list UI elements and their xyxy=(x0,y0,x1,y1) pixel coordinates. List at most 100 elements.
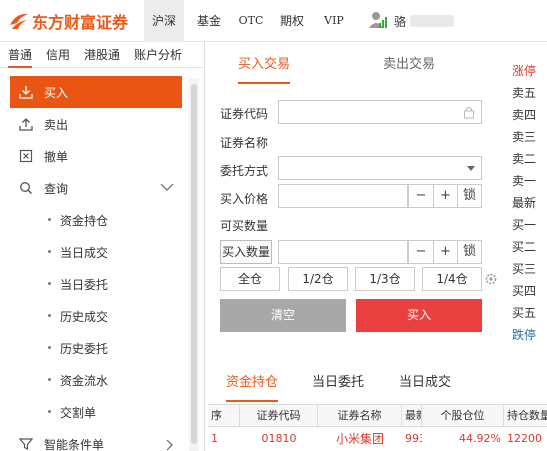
tab-today-orders[interactable]: 当日委托 xyxy=(312,372,364,402)
positions-table: 序 证券代码 证券名称 最新价 个股仓位 持仓数量 1 01810 小米集团 9… xyxy=(208,404,547,451)
price-lock-button[interactable]: 锁 xyxy=(457,185,481,207)
row-code: 01810 xyxy=(261,432,297,445)
tab-hk-connect[interactable]: 港股通 xyxy=(84,42,120,68)
table-row[interactable]: 1 01810 小米集团 993 44.92% 12200 xyxy=(208,428,547,450)
tab-fund-positions[interactable]: 资金持仓 xyxy=(226,372,279,402)
sidebar-item-label: 卖出 xyxy=(44,117,69,132)
tab-sell-trade[interactable]: 卖出交易 xyxy=(383,50,435,88)
bullet-icon xyxy=(48,378,51,381)
qty-minus-button[interactable]: − xyxy=(409,241,433,263)
user-avatar-icon xyxy=(368,10,388,33)
ask5-label: 卖五 xyxy=(512,86,537,100)
column-header[interactable]: 持仓数量 xyxy=(504,405,547,427)
position-half-button[interactable]: 1/2仓 xyxy=(288,267,348,291)
buy-quantity-button[interactable]: 买入数量 xyxy=(220,240,272,264)
gear-icon[interactable] xyxy=(484,272,498,289)
qty-plus-button[interactable]: + xyxy=(433,241,457,263)
ask2-label: 卖二 xyxy=(512,152,537,166)
sidebar-subitem-today-orders[interactable]: 当日委托 xyxy=(10,268,182,300)
last-price-label: 最新 xyxy=(512,196,537,210)
qty-lock-button[interactable]: 锁 xyxy=(457,241,481,263)
account-type-tabs: 普通 信用 港股通 账户分析 xyxy=(0,42,204,68)
scrollbar-thumb[interactable] xyxy=(191,84,197,444)
sidebar-item-label: 买入 xyxy=(44,85,69,100)
row-position-ratio: 44.92% xyxy=(459,432,501,445)
bottom-tabs: 资金持仓 当日委托 当日成交 xyxy=(206,372,547,404)
submit-buy-button[interactable]: 买入 xyxy=(356,299,482,332)
upload-icon xyxy=(18,116,34,132)
column-header[interactable]: 序 xyxy=(208,405,240,427)
position-quarter-button[interactable]: 1/4仓 xyxy=(422,267,482,291)
logo-mark-icon xyxy=(8,11,30,31)
limit-down-label: 跌停 xyxy=(512,328,537,342)
tab-account-analysis[interactable]: 账户分析 xyxy=(134,42,182,68)
bullet-icon xyxy=(48,410,51,413)
nav-tab-otc[interactable]: OTC xyxy=(234,0,268,42)
dropdown-arrow-icon xyxy=(467,166,475,171)
sidebar-subitem-fund-positions[interactable]: 资金持仓 xyxy=(10,204,182,236)
bullet-icon xyxy=(48,346,51,349)
sidebar-subitem-cash-flow[interactable]: 资金流水 xyxy=(10,364,182,396)
price-plus-button[interactable]: + xyxy=(433,185,457,207)
trade-tabs: 买入交易 卖出交易 xyxy=(218,50,488,88)
chevron-right-icon[interactable] xyxy=(164,439,174,451)
position-full-button[interactable]: 全仓 xyxy=(220,267,280,291)
sidebar-subitem-today-trades[interactable]: 当日成交 xyxy=(10,236,182,268)
sidebar-scrollbar[interactable] xyxy=(189,78,199,451)
price-minus-button[interactable]: − xyxy=(409,185,433,207)
sidebar-item-label: 历史委托 xyxy=(60,341,109,356)
filter-icon xyxy=(18,436,34,451)
bullet-icon xyxy=(48,282,51,285)
sidebar-item-label: 撤单 xyxy=(44,149,69,164)
name-label: 证券名称 xyxy=(220,136,269,150)
column-header[interactable]: 证券名称 xyxy=(318,405,402,427)
tab-credit[interactable]: 信用 xyxy=(46,42,70,68)
position-third-button[interactable]: 1/3仓 xyxy=(355,267,415,291)
sidebar-subitem-history-trades[interactable]: 历史成交 xyxy=(10,300,182,332)
cancel-box-icon xyxy=(18,148,34,164)
lock-icon[interactable] xyxy=(463,105,475,122)
tab-today-trades[interactable]: 当日成交 xyxy=(399,372,451,402)
tab-buy-trade[interactable]: 买入交易 xyxy=(238,50,291,88)
nav-tab-hushen[interactable]: 沪深 xyxy=(144,0,184,42)
sidebar-item-query[interactable]: 查询 xyxy=(10,172,182,204)
sidebar-item-label: 资金持仓 xyxy=(60,213,109,228)
nav-tab-options[interactable]: 期权 xyxy=(274,0,310,42)
order-type-label: 委托方式 xyxy=(220,164,269,178)
bullet-icon xyxy=(48,218,51,221)
limit-up-label: 涨停 xyxy=(512,64,537,78)
chevron-down-icon[interactable] xyxy=(160,181,174,195)
order-type-select[interactable] xyxy=(278,156,482,180)
available-qty-label: 可买数量 xyxy=(220,219,269,233)
sidebar-item-sell[interactable]: 卖出 xyxy=(10,108,182,140)
clear-button[interactable]: 清空 xyxy=(220,299,346,332)
ask3-label: 卖三 xyxy=(512,130,537,144)
column-header[interactable]: 最新价 xyxy=(402,405,422,427)
sidebar-item-smart-orders[interactable]: 智能条件单 xyxy=(10,428,182,451)
tab-normal[interactable]: 普通 xyxy=(8,42,33,68)
code-label: 证券代码 xyxy=(220,107,269,121)
column-header[interactable]: 个股仓位 xyxy=(422,405,504,427)
sidebar-item-buy[interactable]: 买入 xyxy=(10,76,182,108)
stock-code-input[interactable] xyxy=(278,100,482,124)
sidebar: 普通 信用 港股通 账户分析 买入 卖出 撤单 查询 资金持仓 当日成交 当日委… xyxy=(0,42,205,451)
quantity-stepper: − + 锁 xyxy=(408,240,482,264)
bullet-icon xyxy=(48,250,51,253)
sidebar-item-label: 智能条件单 xyxy=(44,437,105,451)
nav-tab-vip[interactable]: VIP xyxy=(318,0,350,42)
price-label: 买入价格 xyxy=(220,192,269,206)
bid2-label: 买二 xyxy=(512,240,537,254)
price-input[interactable] xyxy=(278,184,408,208)
sidebar-item-label: 历史成交 xyxy=(60,309,109,324)
sidebar-subitem-history-orders[interactable]: 历史委托 xyxy=(10,332,182,364)
sidebar-item-cancel[interactable]: 撤单 xyxy=(10,140,182,172)
nav-tab-fund[interactable]: 基金 xyxy=(190,0,228,42)
sidebar-subitem-settlement[interactable]: 交割单 xyxy=(10,396,182,428)
sidebar-item-label: 资金流水 xyxy=(60,373,109,388)
sidebar-item-label: 查询 xyxy=(44,181,69,196)
quantity-input[interactable] xyxy=(278,240,408,264)
user-account[interactable]: 骆 xyxy=(368,10,455,33)
sidebar-item-label: 交割单 xyxy=(60,405,97,420)
bid1-label: 买一 xyxy=(512,218,537,232)
column-header[interactable]: 证券代码 xyxy=(240,405,318,427)
